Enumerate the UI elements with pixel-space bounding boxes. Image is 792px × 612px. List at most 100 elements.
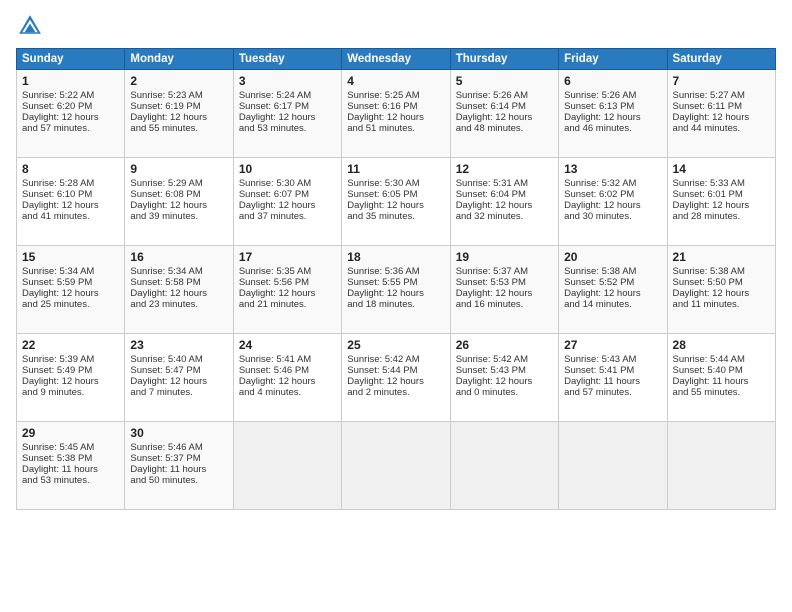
cell-line: Sunrise: 5:30 AM [239,178,336,189]
day-number: 2 [130,74,227,88]
cell-line: Sunrise: 5:45 AM [22,442,119,453]
calendar-cell: 24Sunrise: 5:41 AMSunset: 5:46 PMDayligh… [233,334,341,422]
cell-line: Sunset: 6:08 PM [130,189,227,200]
cell-line: Daylight: 12 hours [347,112,444,123]
cell-line: Daylight: 12 hours [239,200,336,211]
day-number: 30 [130,426,227,440]
cell-line: Daylight: 12 hours [347,288,444,299]
calendar-cell: 14Sunrise: 5:33 AMSunset: 6:01 PMDayligh… [667,158,775,246]
cell-line: Daylight: 12 hours [456,112,553,123]
day-number: 20 [564,250,661,264]
calendar-cell: 10Sunrise: 5:30 AMSunset: 6:07 PMDayligh… [233,158,341,246]
cell-line: Sunrise: 5:29 AM [130,178,227,189]
calendar-cell: 12Sunrise: 5:31 AMSunset: 6:04 PMDayligh… [450,158,558,246]
calendar-cell [667,422,775,510]
day-number: 12 [456,162,553,176]
day-number: 17 [239,250,336,264]
day-number: 13 [564,162,661,176]
cell-line: Sunset: 6:10 PM [22,189,119,200]
calendar: SundayMondayTuesdayWednesdayThursdayFrid… [16,48,776,510]
calendar-cell: 5Sunrise: 5:26 AMSunset: 6:14 PMDaylight… [450,70,558,158]
cell-line: and 16 minutes. [456,299,553,310]
cell-line: Sunset: 6:16 PM [347,101,444,112]
day-number: 22 [22,338,119,352]
week-row-5: 29 Sunrise: 5:45 AMSunset: 5:38 PM Dayligh… [17,422,776,510]
cell-line: and 28 minutes. [673,211,770,222]
calendar-cell: 11Sunrise: 5:30 AMSunset: 6:05 PMDayligh… [342,158,450,246]
day-number: 26 [456,338,553,352]
cell-line: Daylight: 11 hours [564,376,661,387]
cell-line: Daylight: 12 hours [673,112,770,123]
cell-line: Sunrise: 5:33 AM [673,178,770,189]
calendar-cell [450,422,558,510]
cell-line: Sunset: 5:52 PM [564,277,661,288]
day-number: 29 [22,426,119,440]
cell-line: Sunset: 5:50 PM [673,277,770,288]
cell-line: Sunrise: 5:43 AM [564,354,661,365]
cell-line: and 30 minutes. [564,211,661,222]
cell-line: Sunrise: 5:28 AM [22,178,119,189]
calendar-cell: 9 Sunrise: 5:29 AMSunset: 6:08 PMDaylight… [125,158,233,246]
day-number: 23 [130,338,227,352]
day-number: 15 [22,250,119,264]
day-number: 4 [347,74,444,88]
cell-line: Sunset: 5:43 PM [456,365,553,376]
day-number: 8 [22,162,119,176]
day-number: 10 [239,162,336,176]
cell-line: and 37 minutes. [239,211,336,222]
cell-line: Daylight: 12 hours [239,376,336,387]
cell-line: Sunrise: 5:40 AM [130,354,227,365]
day-number: 9 [130,162,227,176]
calendar-cell: 21Sunrise: 5:38 AMSunset: 5:50 PMDayligh… [667,246,775,334]
cell-line: Sunrise: 5:32 AM [564,178,661,189]
logo [16,12,48,40]
calendar-cell: 13Sunrise: 5:32 AMSunset: 6:02 PMDayligh… [559,158,667,246]
cell-line: and 9 minutes. [22,387,119,398]
weekday-header-wednesday: Wednesday [342,49,450,70]
cell-line: and 2 minutes. [347,387,444,398]
week-row-4: 22Sunrise: 5:39 AMSunset: 5:49 PMDayligh… [17,334,776,422]
cell-line: Sunrise: 5:44 AM [673,354,770,365]
calendar-cell [559,422,667,510]
cell-line: Daylight: 12 hours [130,200,227,211]
cell-line: Daylight: 12 hours [22,288,119,299]
cell-line: Sunrise: 5:26 AM [456,90,553,101]
cell-line: Daylight: 12 hours [130,288,227,299]
cell-line: and 39 minutes. [130,211,227,222]
calendar-cell: 25Sunrise: 5:42 AMSunset: 5:44 PMDayligh… [342,334,450,422]
cell-line: Sunset: 5:53 PM [456,277,553,288]
day-number: 16 [130,250,227,264]
calendar-cell: 8Sunrise: 5:28 AMSunset: 6:10 PMDaylight… [17,158,125,246]
cell-line: and 57 minutes. [22,123,119,134]
cell-line: Daylight: 11 hours [130,464,227,475]
cell-line: Sunrise: 5:39 AM [22,354,119,365]
calendar-cell: 17Sunrise: 5:35 AMSunset: 5:56 PMDayligh… [233,246,341,334]
cell-line: and 21 minutes. [239,299,336,310]
cell-line: Daylight: 11 hours [673,376,770,387]
cell-line: Daylight: 12 hours [22,376,119,387]
cell-line: Sunrise: 5:25 AM [347,90,444,101]
cell-line: Daylight: 12 hours [673,200,770,211]
header [16,12,776,40]
cell-line: Daylight: 12 hours [130,376,227,387]
cell-line: Sunset: 5:38 PM [22,453,119,464]
cell-line: Sunset: 5:59 PM [22,277,119,288]
weekday-header-thursday: Thursday [450,49,558,70]
cell-line: Sunset: 6:02 PM [564,189,661,200]
cell-line: Sunrise: 5:26 AM [564,90,661,101]
cell-line: and 14 minutes. [564,299,661,310]
cell-line: Sunset: 6:14 PM [456,101,553,112]
cell-line: and 23 minutes. [130,299,227,310]
cell-line: Daylight: 12 hours [347,200,444,211]
calendar-cell: 3Sunrise: 5:24 AMSunset: 6:17 PMDaylight… [233,70,341,158]
weekday-header-tuesday: Tuesday [233,49,341,70]
cell-line: and 41 minutes. [22,211,119,222]
day-number: 7 [673,74,770,88]
week-row-1: 1Sunrise: 5:22 AMSunset: 6:20 PMDaylight… [17,70,776,158]
cell-line: and 4 minutes. [239,387,336,398]
calendar-cell [342,422,450,510]
day-number: 28 [673,338,770,352]
week-row-3: 15Sunrise: 5:34 AMSunset: 5:59 PMDayligh… [17,246,776,334]
day-number: 14 [673,162,770,176]
calendar-cell: 1Sunrise: 5:22 AMSunset: 6:20 PMDaylight… [17,70,125,158]
